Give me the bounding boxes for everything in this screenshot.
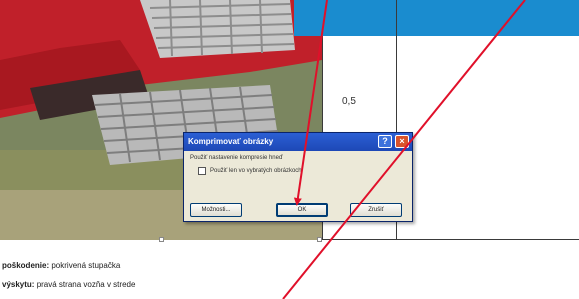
dialog-title-bar[interactable]: Komprimovať obrázky ? × bbox=[184, 133, 412, 151]
close-icon: × bbox=[399, 136, 405, 146]
compress-pictures-dialog: Komprimovať obrázky ? × Použiť nastaveni… bbox=[183, 132, 413, 222]
caption-occurrence-label: výskytu: bbox=[2, 280, 35, 289]
caption-damage-label: poškodenie: bbox=[2, 261, 50, 270]
table-header-band bbox=[294, 0, 579, 36]
options-button[interactable]: Možnosti... bbox=[190, 203, 242, 217]
apply-selected-only-label: Použiť len vo vybratých obrázkoch bbox=[210, 168, 302, 174]
ok-button[interactable]: OK bbox=[276, 203, 328, 217]
table-cell-value: 0,5 bbox=[342, 96, 356, 107]
apply-selected-only-checkbox[interactable] bbox=[198, 167, 206, 175]
dialog-button-row: Možnosti... OK Zrušiť bbox=[190, 203, 408, 217]
caption-occurrence: výskytu: pravá strana vozňa v strede bbox=[2, 280, 135, 289]
caption-damage-text: pokrivená stupačka bbox=[49, 261, 121, 270]
apply-selected-only-option[interactable]: Použiť len vo vybratých obrázkoch bbox=[198, 167, 406, 175]
caption-damage: poškodenie: pokrivená stupačka bbox=[2, 261, 120, 270]
caption-occurrence-text: pravá strana vozňa v strede bbox=[34, 280, 136, 289]
dialog-message: Použiť nastavenie kompresie hneď bbox=[190, 155, 283, 161]
help-icon: ? bbox=[382, 136, 388, 146]
cancel-button[interactable]: Zrušiť bbox=[350, 203, 402, 217]
close-button[interactable]: × bbox=[395, 135, 409, 148]
resize-handle-bottom[interactable] bbox=[159, 237, 164, 242]
help-button[interactable]: ? bbox=[378, 135, 392, 148]
dialog-body: Použiť nastavenie kompresie hneď Použiť … bbox=[184, 151, 412, 179]
dialog-title: Komprimovať obrázky bbox=[188, 137, 274, 146]
